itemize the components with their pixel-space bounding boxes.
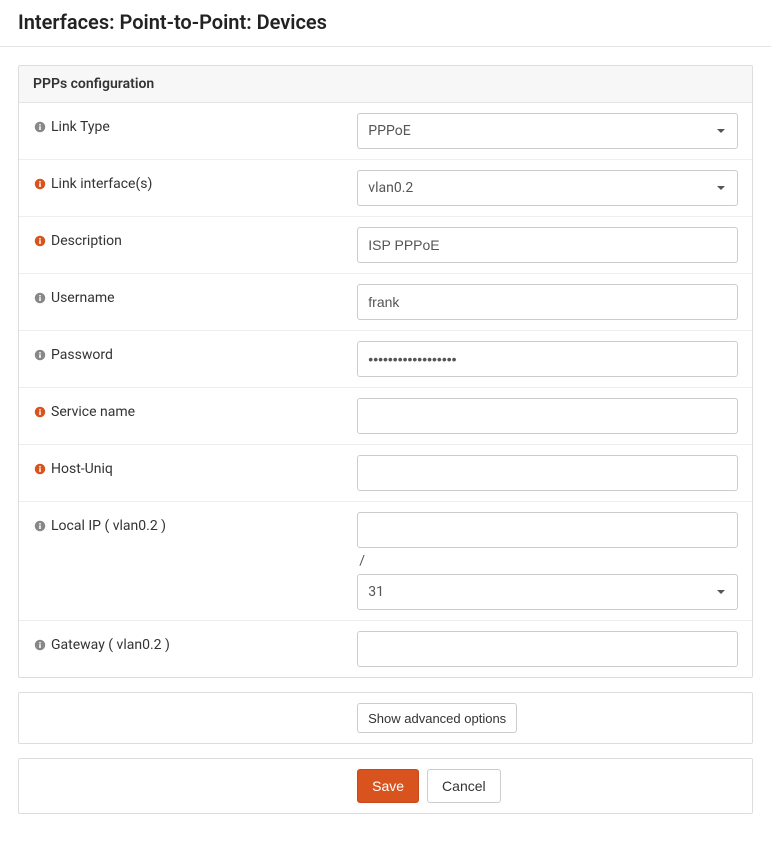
chevron-down-icon <box>717 590 725 594</box>
link-type-select[interactable]: PPPoE <box>357 113 738 149</box>
info-icon[interactable] <box>33 291 47 305</box>
label-username: Username <box>33 284 357 306</box>
info-icon[interactable] <box>33 234 47 248</box>
row-link-interfaces: Link interface(s) vlan0.2 <box>19 160 752 217</box>
info-icon[interactable] <box>33 519 47 533</box>
field-label: Username <box>51 290 115 306</box>
label-gateway: Gateway ( vlan0.2 ) <box>33 631 357 653</box>
link-interfaces-select[interactable]: vlan0.2 <box>357 170 738 206</box>
info-icon[interactable] <box>33 348 47 362</box>
chevron-down-icon <box>717 129 725 133</box>
service-name-input[interactable] <box>357 398 738 434</box>
info-icon[interactable] <box>33 177 47 191</box>
local-ip-input[interactable] <box>357 512 738 548</box>
field-label: Host-Uniq <box>51 461 113 477</box>
username-input[interactable] <box>357 284 738 320</box>
field-label: Link Type <box>51 119 110 135</box>
chevron-down-icon <box>717 186 725 190</box>
label-password: Password <box>33 341 357 363</box>
field-label: Description <box>51 233 122 249</box>
save-button[interactable]: Save <box>357 769 419 803</box>
show-advanced-button[interactable]: Show advanced options <box>357 703 517 733</box>
field-label: Gateway ( vlan0.2 ) <box>51 637 170 653</box>
host-uniq-input[interactable] <box>357 455 738 491</box>
label-description: Description <box>33 227 357 249</box>
actions-panel: Save Cancel <box>18 758 753 814</box>
subnet-slash: / <box>357 554 738 568</box>
cancel-button[interactable]: Cancel <box>427 769 501 803</box>
info-icon[interactable] <box>33 120 47 134</box>
password-input[interactable] <box>357 341 738 377</box>
label-link-type: Link Type <box>33 113 357 135</box>
field-label: Password <box>51 347 113 363</box>
ppp-config-panel: PPPs configuration Link Type PPPoE <box>18 65 753 678</box>
select-value: PPPoE <box>368 123 410 139</box>
content-area: PPPs configuration Link Type PPPoE <box>0 47 771 846</box>
row-local-ip: Local IP ( vlan0.2 ) / 31 <box>19 502 752 621</box>
row-description: Description <box>19 217 752 274</box>
page-title: Interfaces: Point-to-Point: Devices <box>0 0 771 47</box>
info-icon[interactable] <box>33 462 47 476</box>
info-icon[interactable] <box>33 638 47 652</box>
row-host-uniq: Host-Uniq <box>19 445 752 502</box>
subnet-select[interactable]: 31 <box>357 574 738 610</box>
row-username: Username <box>19 274 752 331</box>
description-input[interactable] <box>357 227 738 263</box>
label-link-interfaces: Link interface(s) <box>33 170 357 192</box>
select-value: 31 <box>368 584 384 600</box>
select-value: vlan0.2 <box>368 180 413 196</box>
advanced-panel: Show advanced options <box>18 692 753 744</box>
field-label: Service name <box>51 404 135 420</box>
row-gateway: Gateway ( vlan0.2 ) <box>19 621 752 677</box>
row-link-type: Link Type PPPoE <box>19 103 752 160</box>
field-label: Link interface(s) <box>51 176 152 192</box>
field-label: Local IP ( vlan0.2 ) <box>51 518 166 534</box>
panel-heading: PPPs configuration <box>19 66 752 103</box>
info-icon[interactable] <box>33 405 47 419</box>
row-service-name: Service name <box>19 388 752 445</box>
label-host-uniq: Host-Uniq <box>33 455 357 477</box>
label-service-name: Service name <box>33 398 357 420</box>
label-local-ip: Local IP ( vlan0.2 ) <box>33 512 357 534</box>
row-password: Password <box>19 331 752 388</box>
gateway-input[interactable] <box>357 631 738 667</box>
